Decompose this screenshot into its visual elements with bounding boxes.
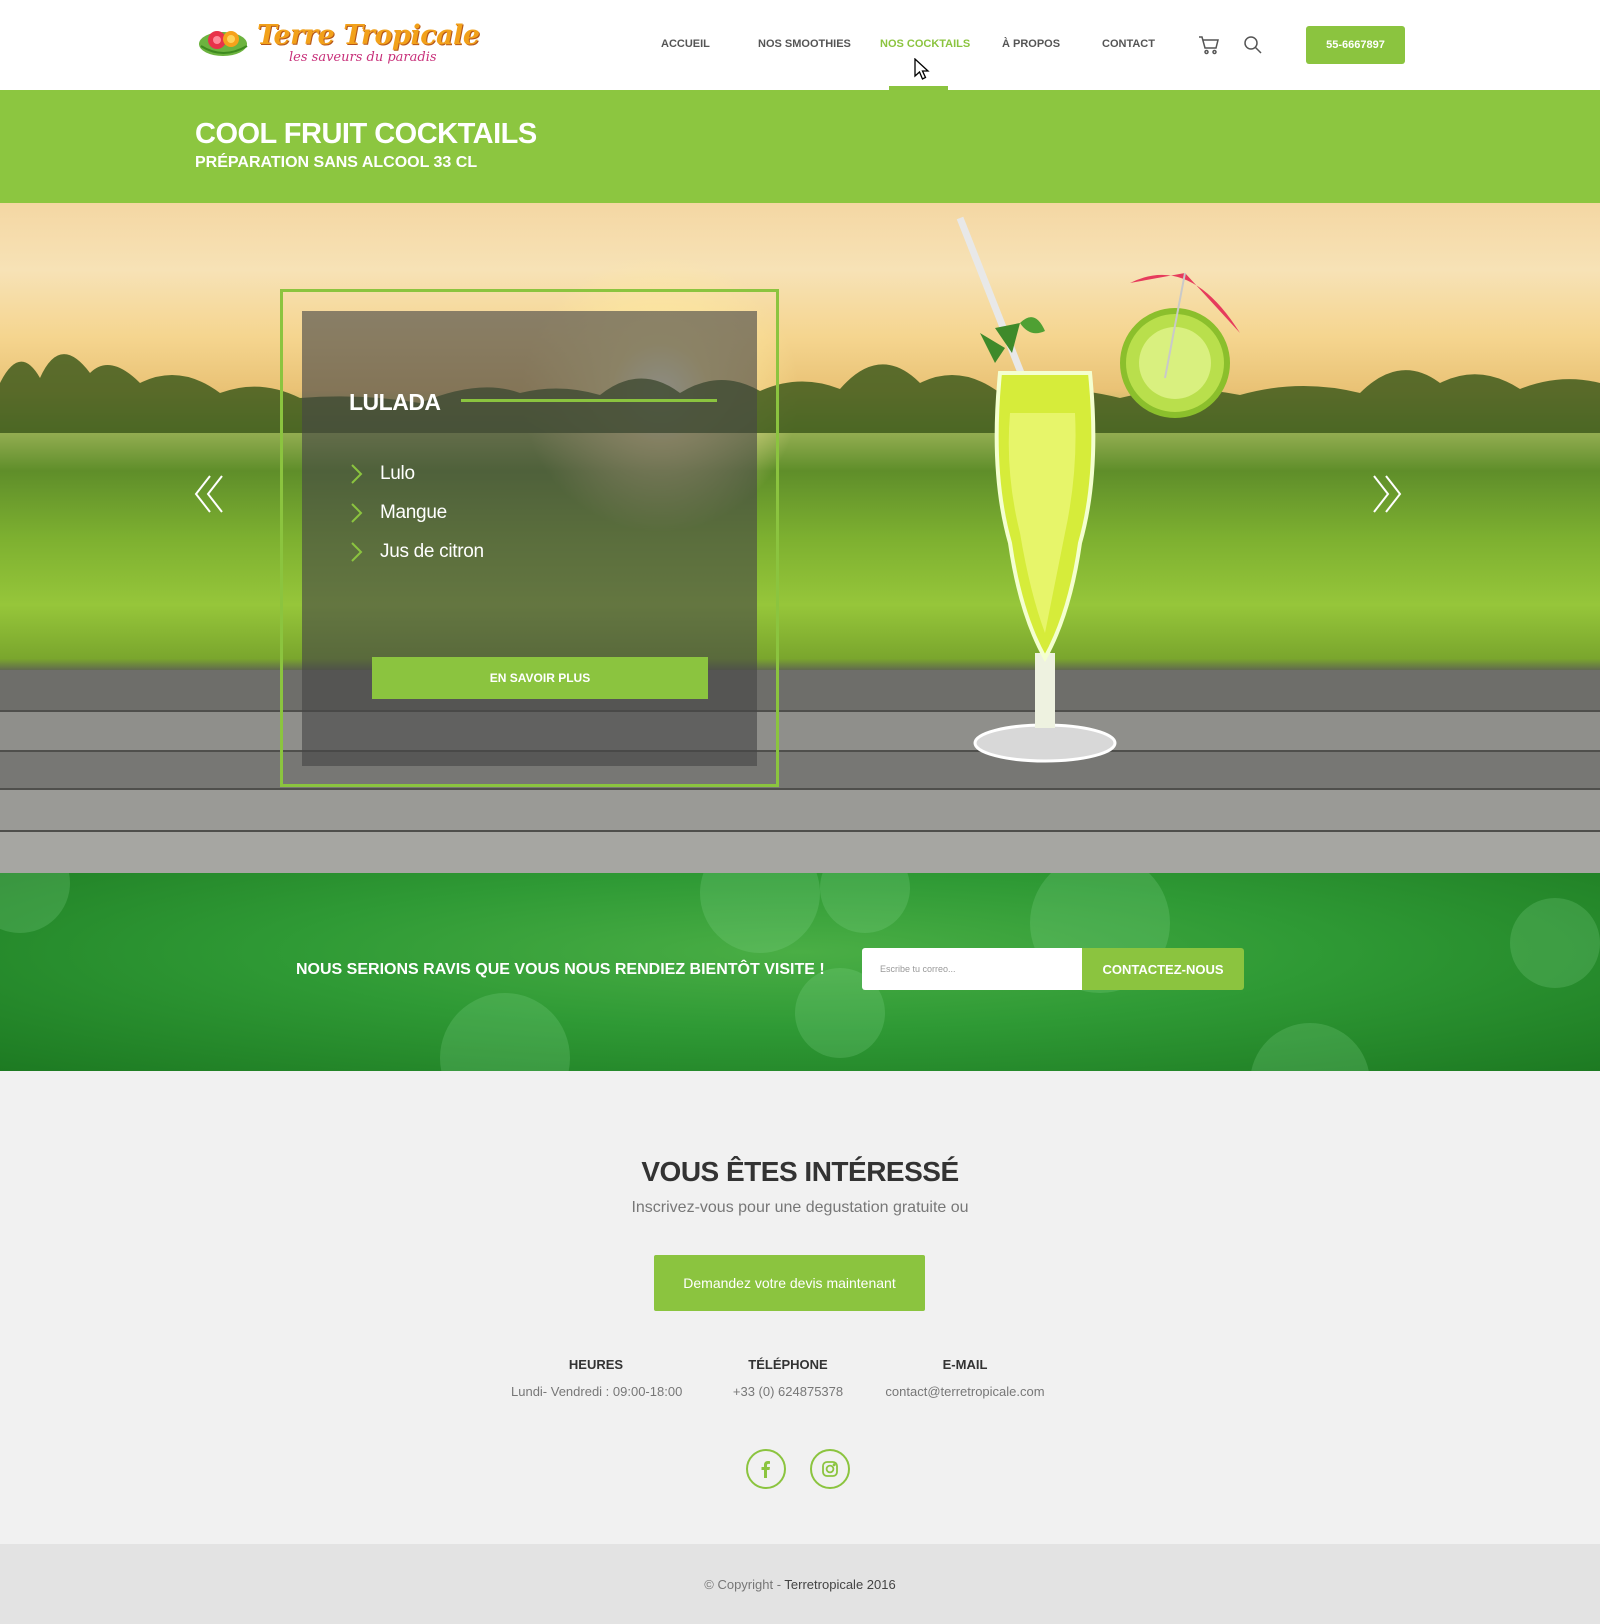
request-quote-button[interactable]: Demandez votre devis maintenant: [654, 1255, 925, 1311]
nav-accueil[interactable]: ACCUEIL: [661, 38, 710, 50]
phone-label: TÉLÉPHONE: [748, 1357, 828, 1372]
ingredient-label: Lulo: [380, 463, 415, 484]
ingredient-item: Mangue: [349, 498, 447, 528]
nav-nos-cocktails[interactable]: NOS COCKTAILS: [880, 38, 970, 50]
learn-more-button[interactable]: EN SAVOIR PLUS: [372, 657, 708, 699]
search-icon[interactable]: [1243, 35, 1263, 55]
newsletter-band: NOUS SERIONS RAVIS QUE VOUS NOUS RENDIEZ…: [0, 873, 1600, 1071]
bokeh-light: [440, 993, 570, 1071]
hours-value: Lundi- Vendredi : 09:00-18:00: [511, 1384, 683, 1399]
ingredient-label: Mangue: [380, 502, 447, 523]
bokeh-light: [1250, 1023, 1370, 1071]
phone-value: +33 (0) 624875378: [732, 1384, 844, 1399]
instagram-icon: [822, 1461, 838, 1477]
double-chevron-left-icon[interactable]: [192, 473, 226, 515]
chevron-right-icon: [351, 464, 363, 484]
ingredient-label: Jus de citron: [380, 541, 484, 562]
copyright-prefix: © Copyright -: [704, 1577, 785, 1592]
contact-phone: TÉLÉPHONE +33 (0) 624875378: [722, 1357, 854, 1399]
site-header: Terre Tropicale les saveurs du paradis A…: [0, 0, 1600, 90]
interest-subtitle: Inscrivez-vous pour une degustation grat…: [631, 1199, 969, 1216]
mouse-cursor-icon: [914, 58, 930, 80]
logo[interactable]: Terre Tropicale les saveurs du paradis: [197, 20, 480, 68]
bokeh-light: [820, 873, 910, 933]
logo-title: Terre Tropicale: [257, 20, 480, 51]
newsletter-text: NOUS SERIONS RAVIS QUE VOUS NOUS RENDIEZ…: [296, 961, 825, 978]
wooden-table: [0, 670, 1600, 873]
chevron-right-icon: [351, 542, 363, 562]
site-footer: © Copyright - Terretropicale 2016: [0, 1544, 1600, 1624]
nav-a-propos[interactable]: À PROPOS: [1002, 38, 1060, 50]
fruit-logo-icon: [199, 31, 248, 56]
slide-title: LULADA: [349, 389, 441, 415]
slide-title-divider: [461, 399, 717, 402]
contact-us-button[interactable]: CONTACTEZ-NOUS: [1082, 948, 1244, 990]
chevron-right-icon: [351, 503, 363, 523]
page-title-band: COOL FRUIT COCKTAILS PRÉPARATION SANS AL…: [0, 90, 1600, 203]
cart-icon[interactable]: [1198, 34, 1220, 56]
facebook-icon: [761, 1461, 770, 1478]
copyright: © Copyright - Terretropicale 2016: [0, 1577, 1600, 1592]
bokeh-light: [0, 873, 70, 933]
bokeh-light: [1510, 898, 1600, 988]
copyright-owner[interactable]: Terretropicale 2016: [784, 1577, 895, 1592]
bokeh-light: [700, 873, 820, 953]
hours-label: HEURES: [568, 1357, 624, 1372]
logo-tagline: les saveurs du paradis: [289, 50, 437, 65]
interest-title: VOUS ÊTES INTÉRESSÉ: [641, 1156, 959, 1187]
contact-email: E-MAIL contact@terretropicale.com: [884, 1357, 1046, 1399]
page-title: COOL FRUIT COCKTAILS: [195, 118, 537, 150]
email-label: E-MAIL: [942, 1357, 988, 1372]
cocktail-glass-image: [956, 216, 1240, 763]
treeline-background: [0, 354, 1600, 433]
ingredient-item: Jus de citron: [349, 537, 484, 567]
email-value[interactable]: contact@terretropicale.com: [884, 1384, 1046, 1399]
email-input[interactable]: [862, 948, 1082, 990]
phone-button[interactable]: 55-6667897: [1306, 26, 1405, 64]
instagram-link[interactable]: [810, 1449, 850, 1489]
slide-card: LULADA Lulo Mangue Jus de citron EN SAVO…: [302, 311, 757, 766]
nav-contact[interactable]: CONTACT: [1102, 38, 1155, 50]
page-subtitle: PRÉPARATION SANS ALCOOL 33 CL: [195, 154, 478, 171]
contact-hours: HEURES Lundi- Vendredi : 09:00-18:00: [511, 1357, 683, 1399]
hero-slider: LULADA Lulo Mangue Jus de citron EN SAVO…: [0, 203, 1600, 873]
double-chevron-right-icon[interactable]: [1370, 473, 1404, 515]
ingredient-item: Lulo: [349, 459, 415, 489]
nav-nos-smoothies[interactable]: NOS SMOOTHIES: [758, 38, 851, 50]
facebook-link[interactable]: [746, 1449, 786, 1489]
